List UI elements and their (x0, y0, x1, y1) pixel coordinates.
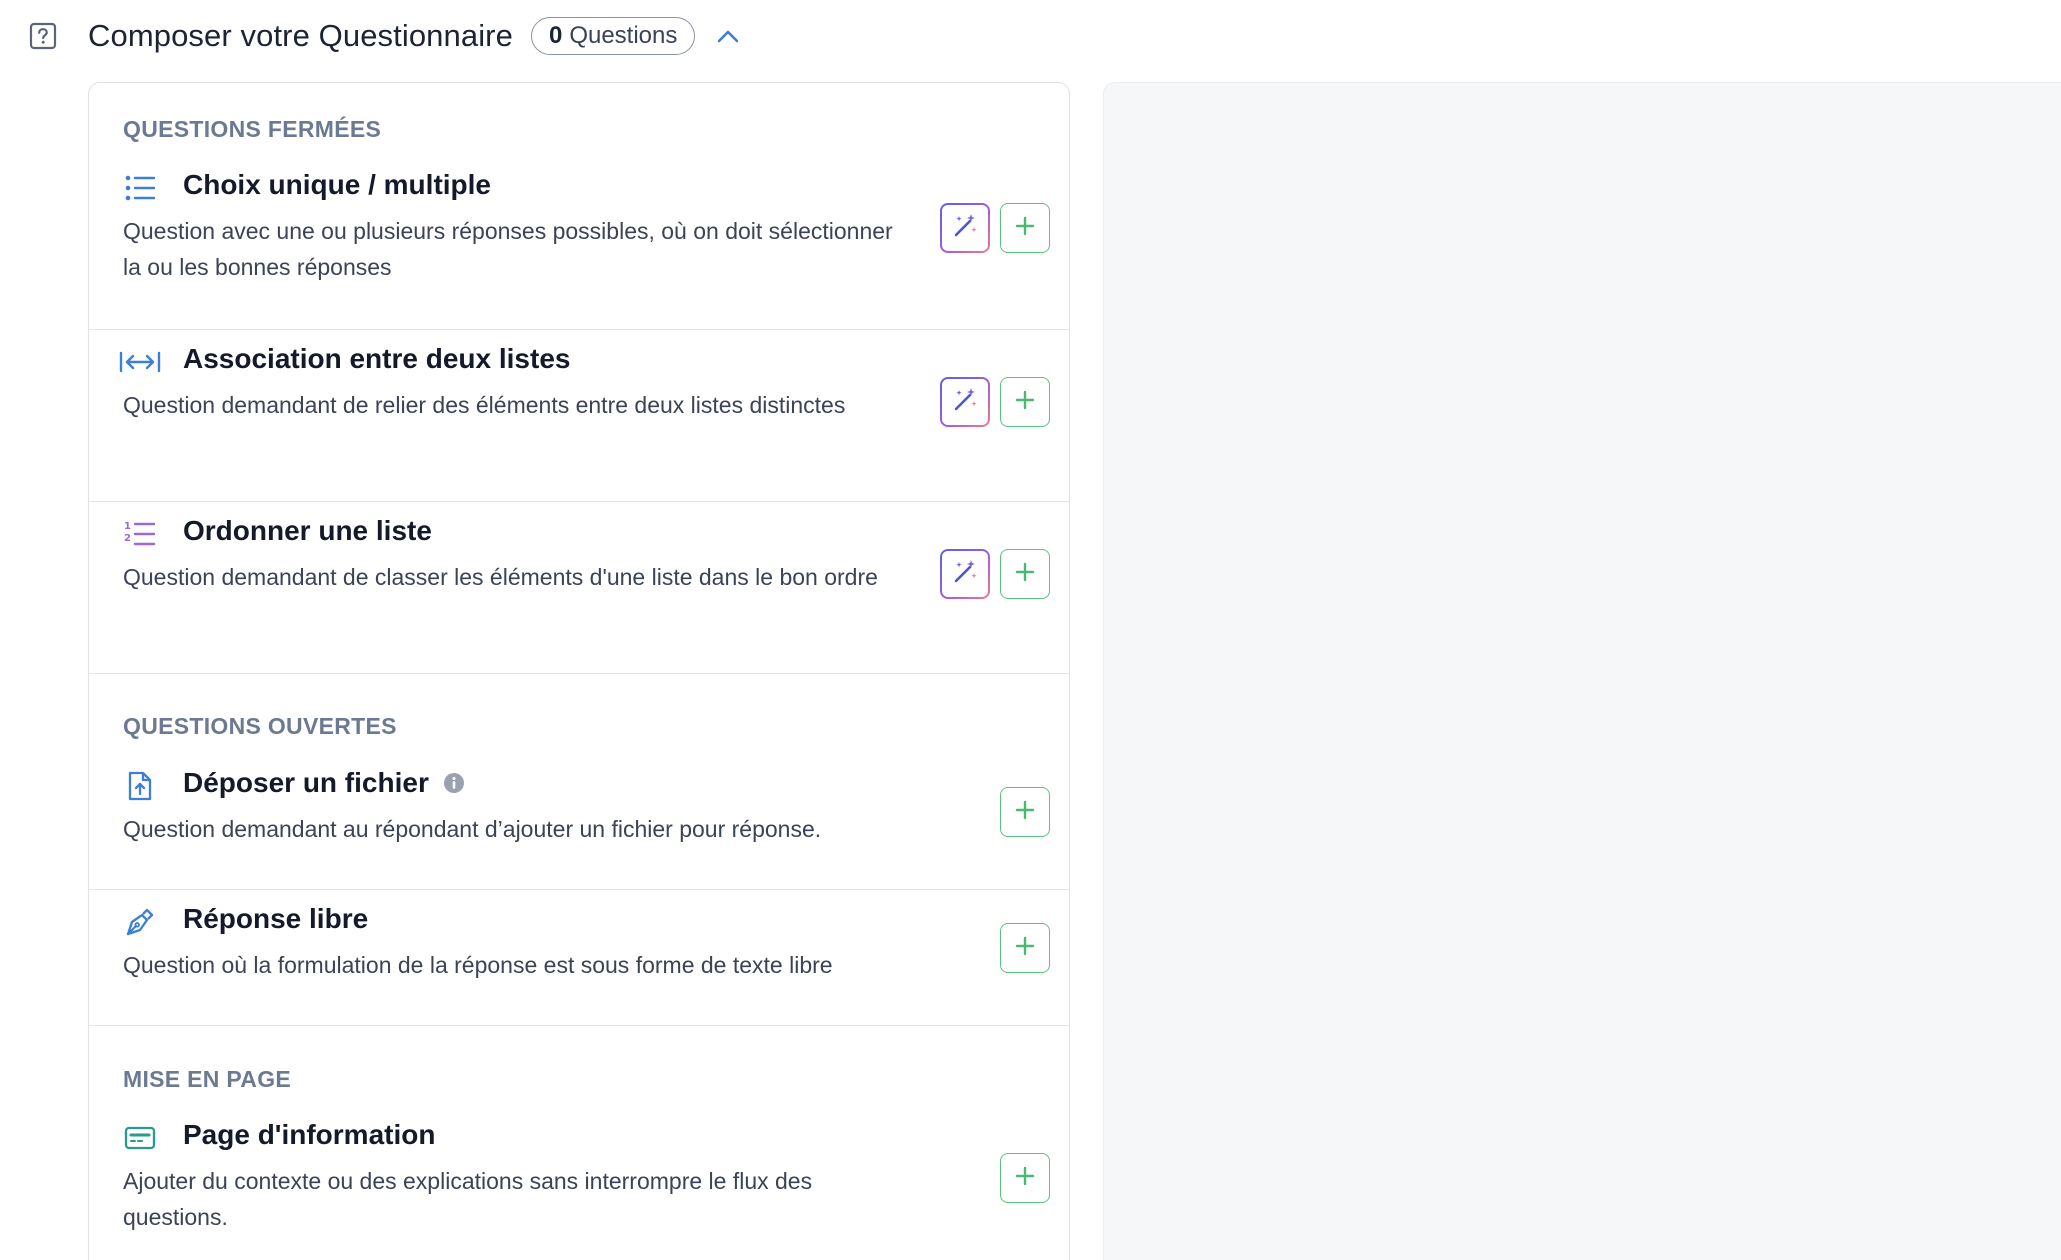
add-ordering-question-button[interactable] (1000, 549, 1050, 599)
question-type-palette: QUESTIONS FERMÉES Choix unique / multipl… (88, 82, 1070, 1260)
item-description: Question avec une ou plusieurs réponses … (123, 218, 893, 280)
add-file-upload-question-button[interactable] (1000, 787, 1050, 837)
ai-generate-button[interactable] (940, 549, 990, 599)
item-description: Ajouter du contexte ou des explications … (123, 1168, 813, 1230)
questionnaire-composer: Composer votre Questionnaire 0 Questions… (0, 0, 2061, 1260)
question-count-label: Questions (569, 22, 678, 49)
add-choice-question-button[interactable] (1000, 203, 1050, 253)
add-association-question-button[interactable] (1000, 377, 1050, 427)
question-type-file-upload: Déposer un fichier Question demandant au… (89, 767, 1069, 867)
question-type-info-page: Page d'information Ajouter du contexte o… (89, 1119, 1069, 1260)
question-type-choice: Choix unique / multiple Question avec un… (89, 169, 1069, 329)
plus-icon (1014, 1165, 1036, 1192)
magic-wand-icon (951, 212, 979, 245)
question-count-badge[interactable]: 0 Questions (530, 17, 696, 55)
divider (89, 329, 1069, 330)
item-description: Question demandant de relier des élément… (123, 392, 846, 418)
divider (89, 501, 1069, 502)
plus-icon (1014, 561, 1036, 588)
pen-nib-icon (123, 905, 157, 939)
page-title: Composer votre Questionnaire (88, 18, 513, 53)
plus-icon (1014, 389, 1036, 416)
divider (89, 673, 1069, 674)
chevron-up-icon[interactable] (711, 19, 745, 53)
question-count: 0 (548, 22, 563, 49)
list-bullets-icon (123, 171, 157, 205)
divider (89, 889, 1069, 890)
item-title: Réponse libre (183, 903, 369, 934)
add-free-answer-question-button[interactable] (1000, 923, 1050, 973)
item-title: Association entre deux listes (183, 343, 571, 374)
item-title: Déposer un fichier (183, 767, 429, 798)
file-upload-icon (123, 769, 157, 803)
item-description: Question demandant au répondant d’ajoute… (123, 816, 822, 842)
help-square-icon (28, 21, 58, 51)
section-label-open: QUESTIONS OUVERTES (123, 713, 397, 739)
arrows-horizontal-icon (119, 345, 161, 379)
section-label-layout: MISE EN PAGE (123, 1066, 292, 1092)
info-page-icon (123, 1121, 157, 1155)
question-type-ordering: 1 2 Ordonner une liste Question demandan… (89, 515, 1069, 675)
magic-wand-icon (951, 386, 979, 419)
item-title: Page d'information (183, 1119, 436, 1150)
question-type-association: Association entre deux listes Question d… (89, 343, 1069, 503)
plus-icon (1014, 935, 1036, 962)
add-info-page-button[interactable] (1000, 1153, 1050, 1203)
item-title-row: Déposer un fichier (183, 767, 465, 799)
item-description: Question demandant de classer les élémen… (123, 564, 878, 590)
plus-icon (1014, 799, 1036, 826)
item-title: Ordonner une liste (183, 515, 432, 546)
svg-text:2: 2 (124, 533, 131, 544)
questionnaire-canvas[interactable] (1103, 82, 2061, 1260)
question-type-free-answer: Réponse libre Question où la formulation… (89, 903, 1069, 1003)
divider (89, 1025, 1069, 1026)
item-title: Choix unique / multiple (183, 169, 491, 200)
list-numbered-icon: 1 2 (123, 517, 157, 551)
magic-wand-icon (951, 558, 979, 591)
svg-text:1: 1 (124, 521, 131, 532)
composer-header: Composer votre Questionnaire 0 Questions (28, 12, 745, 60)
section-label-closed: QUESTIONS FERMÉES (123, 116, 382, 142)
ai-generate-button[interactable] (940, 377, 990, 427)
info-icon[interactable] (443, 772, 465, 794)
item-description: Question où la formulation de la réponse… (123, 952, 833, 978)
plus-icon (1014, 215, 1036, 242)
ai-generate-button[interactable] (940, 203, 990, 253)
